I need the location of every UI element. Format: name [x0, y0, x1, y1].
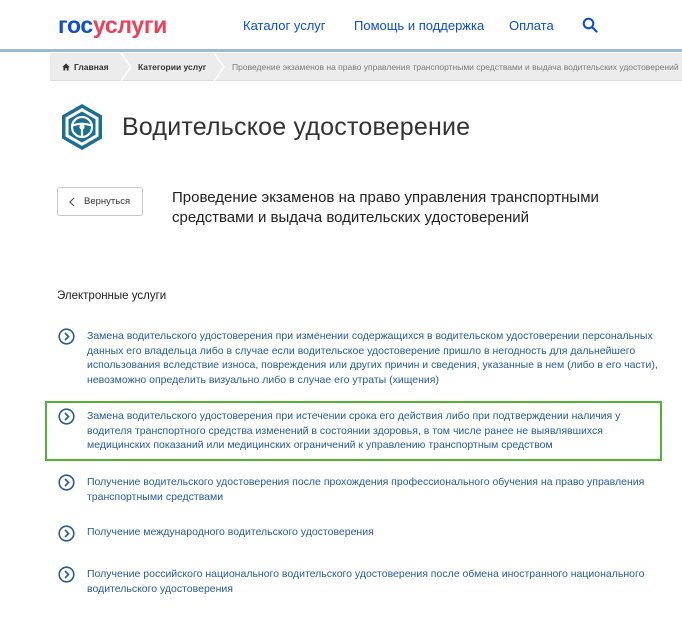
page-title: Водительское удостоверение — [122, 113, 471, 141]
back-button[interactable]: Вернуться — [57, 187, 143, 216]
service-link[interactable]: Замена водительского удостоверения при и… — [87, 409, 667, 453]
service-link[interactable]: Получение российского национального води… — [87, 567, 682, 596]
section-title: Электронные услуги — [57, 290, 167, 302]
arrow-right-circle-icon — [58, 328, 75, 345]
chevron-left-icon — [69, 197, 75, 207]
arrow-right-circle-icon — [58, 408, 75, 425]
top-header: госуслуги Каталог услуг Помощь и поддерж… — [0, 0, 682, 50]
nav-pay-link[interactable]: Оплата — [509, 18, 554, 33]
gosuslugi-logo[interactable]: госуслуги — [58, 12, 167, 39]
logo-part-gos: гос — [58, 12, 93, 38]
service-link[interactable]: Замена водительского удостоверения при и… — [87, 329, 682, 387]
arrow-right-circle-icon — [58, 474, 75, 491]
service-subtitle: Проведение экзаменов на право управления… — [172, 189, 599, 226]
breadcrumb-home-label: Главная — [74, 62, 109, 72]
header-divider — [0, 49, 682, 52]
home-icon — [62, 63, 70, 71]
arrow-right-circle-icon — [58, 525, 75, 542]
breadcrumb-separator — [213, 53, 225, 81]
nav-help-link[interactable]: Помощь и поддержка — [354, 18, 484, 33]
arrow-right-circle-icon — [58, 566, 75, 583]
breadcrumb-current: Проведение экзаменов на право управления… — [232, 62, 679, 72]
steering-wheel-icon — [62, 104, 102, 150]
nav-catalog-link[interactable]: Каталог услуг — [243, 18, 326, 33]
back-button-label: Вернуться — [84, 196, 131, 207]
service-link[interactable]: Получение водительского удостоверения по… — [87, 475, 682, 504]
service-link[interactable]: Получение международного водительского у… — [87, 525, 667, 540]
search-icon[interactable] — [582, 17, 598, 33]
breadcrumb-home[interactable]: Главная — [62, 53, 109, 81]
breadcrumb: Главная Категории услуг Проведение экзам… — [50, 53, 682, 81]
logo-part-uslugi: услуги — [92, 12, 167, 38]
breadcrumb-separator — [120, 53, 132, 81]
breadcrumb-categories[interactable]: Категории услуг — [138, 53, 206, 81]
